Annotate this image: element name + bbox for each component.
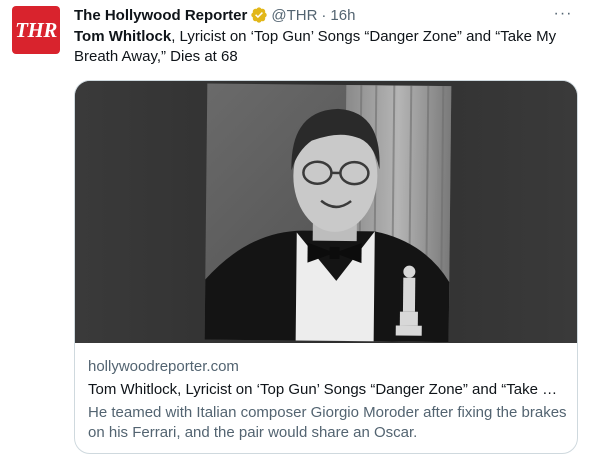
tweet-timestamp[interactable]: 16h <box>330 7 355 24</box>
tweet-header: The Hollywood Reporter @THR · 16h <box>74 5 355 25</box>
link-preview-card[interactable]: hollywoodreporter.com Tom Whitlock, Lyri… <box>74 80 578 454</box>
separator-dot: · <box>321 6 327 24</box>
verified-badge-icon[interactable] <box>250 6 268 24</box>
card-domain[interactable]: hollywoodreporter.com <box>88 357 568 377</box>
avatar[interactable]: THR <box>12 6 60 54</box>
avatar-logo-text: THR <box>15 17 57 42</box>
card-title[interactable]: Tom Whitlock, Lyricist on ‘Top Gun’ Song… <box>88 380 568 400</box>
author-handle[interactable]: @THR <box>271 7 317 24</box>
card-image[interactable] <box>75 81 577 343</box>
tweet-text-bold: Tom Whitlock <box>74 28 172 45</box>
more-options-icon[interactable]: ··· <box>552 4 574 24</box>
card-meta: hollywoodreporter.com Tom Whitlock, Lyri… <box>88 357 568 443</box>
card-photo-illustration <box>75 81 577 343</box>
author-name[interactable]: The Hollywood Reporter <box>74 7 247 24</box>
tweet-text: Tom Whitlock, Lyricist on ‘Top Gun’ Song… <box>74 27 574 67</box>
card-description: He teamed with Italian composer Giorgio … <box>88 404 567 441</box>
